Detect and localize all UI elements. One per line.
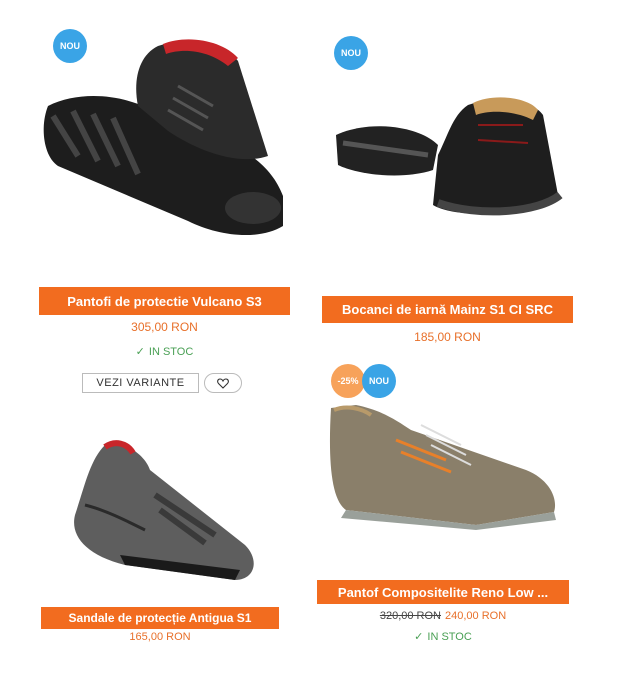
badge-new: NOU [334,36,368,70]
wishlist-button[interactable] [204,373,242,393]
product-title[interactable]: Bocanci de iarnă Mainz S1 CI SRC [322,296,573,323]
badge-new: NOU [362,364,396,398]
stock-label: IN STOC [427,631,472,643]
stock-label: IN STOC [148,346,194,358]
heart-icon [217,377,229,389]
product-price: 185,00 RON [414,330,481,344]
product-image-reno[interactable] [326,400,561,530]
product-title[interactable]: Pantofi de protectie Vulcano S3 [39,287,290,315]
badge-discount: -25% [331,364,365,398]
old-price: 320,00 RON [379,610,441,622]
product-image-vulcano[interactable] [38,36,288,246]
product-image-mainz[interactable] [328,95,568,220]
product-image-antigua[interactable] [65,435,265,585]
stock-status: ✓ IN STOC [317,630,569,643]
product-price: 305,00 RON [131,320,198,334]
product-price: 320,00 RON 240,00 RON [317,610,569,622]
product-price: 165,00 RON [129,631,191,643]
stock-status: ✓ IN STOC [39,345,290,358]
sale-price: 240,00 RON [445,610,507,622]
check-icon: ✓ [135,346,145,358]
check-icon: ✓ [414,631,424,643]
view-variants-button[interactable]: VEZI VARIANTE [82,373,199,393]
product-title[interactable]: Sandale de protecție Antigua S1 [41,607,279,629]
product-title[interactable]: Pantof Compositelite Reno Low ... [317,580,569,604]
